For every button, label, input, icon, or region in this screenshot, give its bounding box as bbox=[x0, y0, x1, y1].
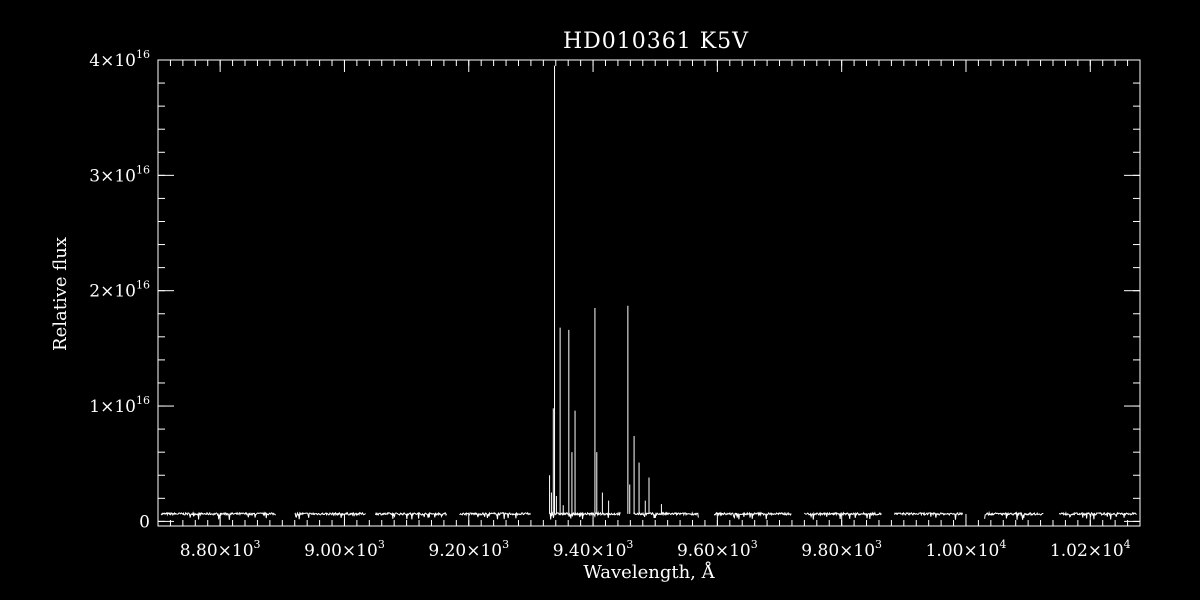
x-tick-exponent: 3 bbox=[751, 538, 758, 551]
x-tick-exponent: 4 bbox=[1124, 538, 1131, 551]
plot-frame bbox=[157, 59, 1141, 527]
y-tick-label: 4×1016 bbox=[89, 48, 150, 71]
continuum-segment bbox=[894, 511, 964, 520]
x-tick-label: 9.20×103 bbox=[428, 538, 509, 561]
x-tick-exponent: 3 bbox=[378, 538, 385, 551]
x-tick-label: 9.80×103 bbox=[801, 538, 882, 561]
spectrum-plot-svg: HD010361 K5V Relative flux Wavelength, Å… bbox=[50, 29, 1141, 583]
chart-title: HD010361 K5V bbox=[563, 29, 749, 54]
spectrum-chart: HD010361 K5V Relative flux Wavelength, Å… bbox=[0, 0, 1200, 600]
continuum-segment bbox=[1058, 511, 1137, 520]
continuum-segment bbox=[713, 511, 792, 520]
spectrum-data bbox=[160, 65, 1137, 520]
x-tick-exponent: 3 bbox=[254, 538, 261, 551]
y-tick-label: 2×1016 bbox=[89, 279, 150, 302]
y-tick-label: 0 bbox=[139, 512, 150, 532]
y-tick-label: 1×1016 bbox=[89, 394, 150, 417]
continuum-segment bbox=[803, 511, 882, 520]
y-tick-label: 3×1016 bbox=[89, 163, 150, 186]
y-axis-label: Relative flux bbox=[50, 237, 71, 351]
x-tick-exponent: 3 bbox=[502, 538, 509, 551]
x-tick-label: 8.80×103 bbox=[180, 538, 261, 561]
continuum-segment bbox=[984, 510, 1044, 520]
x-tick-label: 1.00×104 bbox=[926, 538, 1007, 561]
y-tick-exponent: 16 bbox=[136, 163, 150, 176]
y-tick-exponent: 16 bbox=[136, 279, 150, 292]
y-tick-exponent: 16 bbox=[136, 394, 150, 407]
continuum-segment bbox=[633, 511, 699, 519]
x-tick-label: 9.40×103 bbox=[553, 538, 634, 561]
continuum-segment bbox=[375, 511, 448, 520]
x-tick-exponent: 3 bbox=[875, 538, 882, 551]
x-tick-label: 9.00×103 bbox=[304, 538, 385, 561]
x-tick-label: 9.60×103 bbox=[677, 538, 758, 561]
y-tick-exponent: 16 bbox=[136, 48, 150, 61]
axis-ticks bbox=[157, 59, 1141, 526]
continuum-segment bbox=[294, 511, 366, 520]
x-axis-label: Wavelength, Å bbox=[583, 561, 715, 583]
axis-tick-labels: 8.80×103 9.00×103 9.20×103 9.40×103 9.60×103… bbox=[89, 48, 1130, 561]
x-tick-exponent: 3 bbox=[626, 538, 633, 551]
continuum-segment bbox=[459, 511, 531, 520]
x-tick-label: 1.02×104 bbox=[1050, 538, 1131, 561]
x-tick-exponent: 4 bbox=[999, 538, 1006, 551]
continuum-segment bbox=[160, 511, 276, 520]
